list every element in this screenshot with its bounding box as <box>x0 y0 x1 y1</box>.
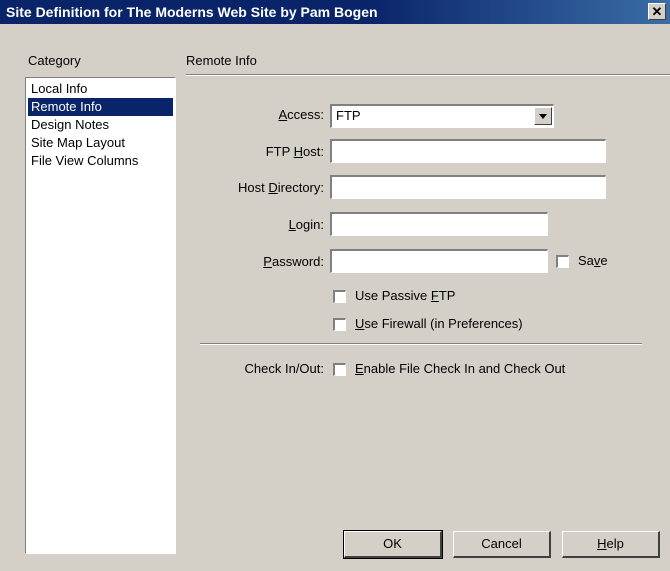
cancel-button[interactable]: Cancel <box>453 531 551 558</box>
divider <box>186 74 670 76</box>
access-select[interactable]: FTP <box>330 104 554 128</box>
divider <box>200 343 642 345</box>
help-button[interactable]: Help <box>562 531 660 558</box>
host-directory-input[interactable] <box>330 175 606 199</box>
category-item-site-map-layout[interactable]: Site Map Layout <box>28 134 173 152</box>
firewall-checkbox[interactable] <box>333 318 346 331</box>
category-item-file-view-columns[interactable]: File View Columns <box>28 152 173 170</box>
check-in-out-label: Check In/Out: <box>244 361 324 376</box>
password-input[interactable] <box>330 249 548 273</box>
login-label: Login: <box>288 217 324 232</box>
password-label: Password: <box>263 254 324 269</box>
section-title: Remote Info <box>186 53 257 68</box>
category-item-local-info[interactable]: Local Info <box>28 80 173 98</box>
category-label: Category <box>28 53 81 68</box>
chevron-down-icon[interactable] <box>534 107 552 125</box>
save-checkbox[interactable] <box>556 255 569 268</box>
category-item-design-notes[interactable]: Design Notes <box>28 116 173 134</box>
ftp-host-input[interactable] <box>330 139 606 163</box>
login-input[interactable] <box>330 212 548 236</box>
access-label: Access: <box>278 107 324 122</box>
close-button[interactable]: ✕ <box>648 3 666 20</box>
save-label[interactable]: Save <box>578 253 608 268</box>
title-bar: Site Definition for The Moderns Web Site… <box>0 0 670 24</box>
passive-ftp-checkbox[interactable] <box>333 290 346 303</box>
category-list[interactable]: Local Info Remote Info Design Notes Site… <box>25 77 176 554</box>
close-icon: ✕ <box>651 4 663 19</box>
host-directory-label: Host Directory: <box>238 180 324 195</box>
access-value: FTP <box>336 108 361 123</box>
ok-button[interactable]: OK <box>343 530 443 559</box>
window-title: Site Definition for The Moderns Web Site… <box>6 4 378 20</box>
passive-ftp-label[interactable]: Use Passive FTP <box>355 288 455 303</box>
ftp-host-label: FTP Host: <box>265 144 324 159</box>
firewall-label[interactable]: Use Firewall (in Preferences) <box>355 316 523 331</box>
check-in-out-option-label[interactable]: Enable File Check In and Check Out <box>355 361 565 376</box>
category-item-remote-info[interactable]: Remote Info <box>28 98 173 116</box>
check-in-out-checkbox[interactable] <box>333 363 346 376</box>
